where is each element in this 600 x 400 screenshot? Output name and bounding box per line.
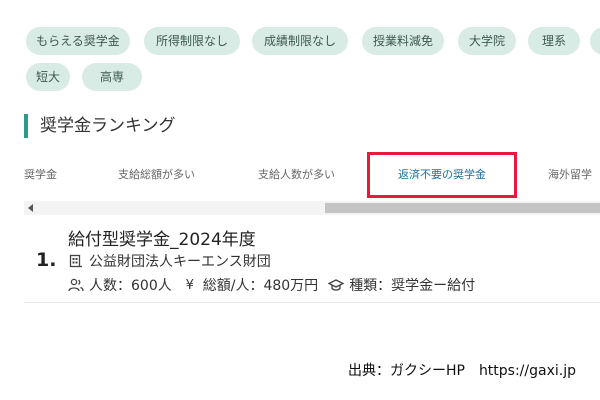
yen-icon: ¥ <box>185 277 194 293</box>
scholarship-title[interactable]: 給付型奨学金_2024年度 <box>68 225 256 250</box>
tab-total-amount[interactable]: 支給総額が多い <box>118 152 195 198</box>
tag-technical-college[interactable]: 高専 <box>82 63 142 91</box>
tag-moraeru[interactable]: もらえる奨学金 <box>26 27 130 55</box>
horizontal-scrollbar[interactable] <box>24 201 600 215</box>
tag-grades[interactable]: 成績制限なし <box>252 27 348 55</box>
organization-row: 公益財団法人キーエンス財団 <box>68 251 271 271</box>
tag-tuition[interactable]: 授業料減免 <box>362 27 444 55</box>
tag-income[interactable]: 所得制限なし <box>144 27 240 55</box>
scroll-left-arrow-icon[interactable] <box>28 204 33 212</box>
graduation-cap-icon <box>328 277 345 293</box>
people-count: 人数：600人 <box>89 278 172 294</box>
tag-science[interactable]: 理系 <box>528 27 580 55</box>
building-icon <box>68 253 84 269</box>
source-caption: 出典：ガクシーHP https://gaxi.jp <box>347 363 576 379</box>
tab-scholarship[interactable]: 奨学金 <box>24 152 57 198</box>
amount-per-person: 総額/人：480万円 <box>202 278 319 294</box>
divider <box>24 302 600 303</box>
highlight-annotation <box>367 152 517 198</box>
tab-study-abroad[interactable]: 海外留学 <box>548 152 592 198</box>
tab-recipients[interactable]: 支給人数が多い <box>258 152 335 198</box>
tag-graduate[interactable]: 大学院 <box>458 27 516 55</box>
scholarship-meta-row: 人数：600人 ¥ 総額/人：480万円 種類：奨学金ー給付 <box>68 275 475 295</box>
tag-junior-college[interactable]: 短大 <box>26 63 70 91</box>
organization-name: 公益財団法人キーエンス財団 <box>89 254 271 270</box>
tag-overflow[interactable] <box>590 27 600 55</box>
scholarship-type: 種類：奨学金ー給付 <box>349 278 476 294</box>
scrollbar-thumb[interactable] <box>325 203 600 213</box>
rank-number: 1. <box>36 249 57 271</box>
people-icon <box>68 277 84 293</box>
section-title: 奨学金ランキング <box>24 114 176 138</box>
